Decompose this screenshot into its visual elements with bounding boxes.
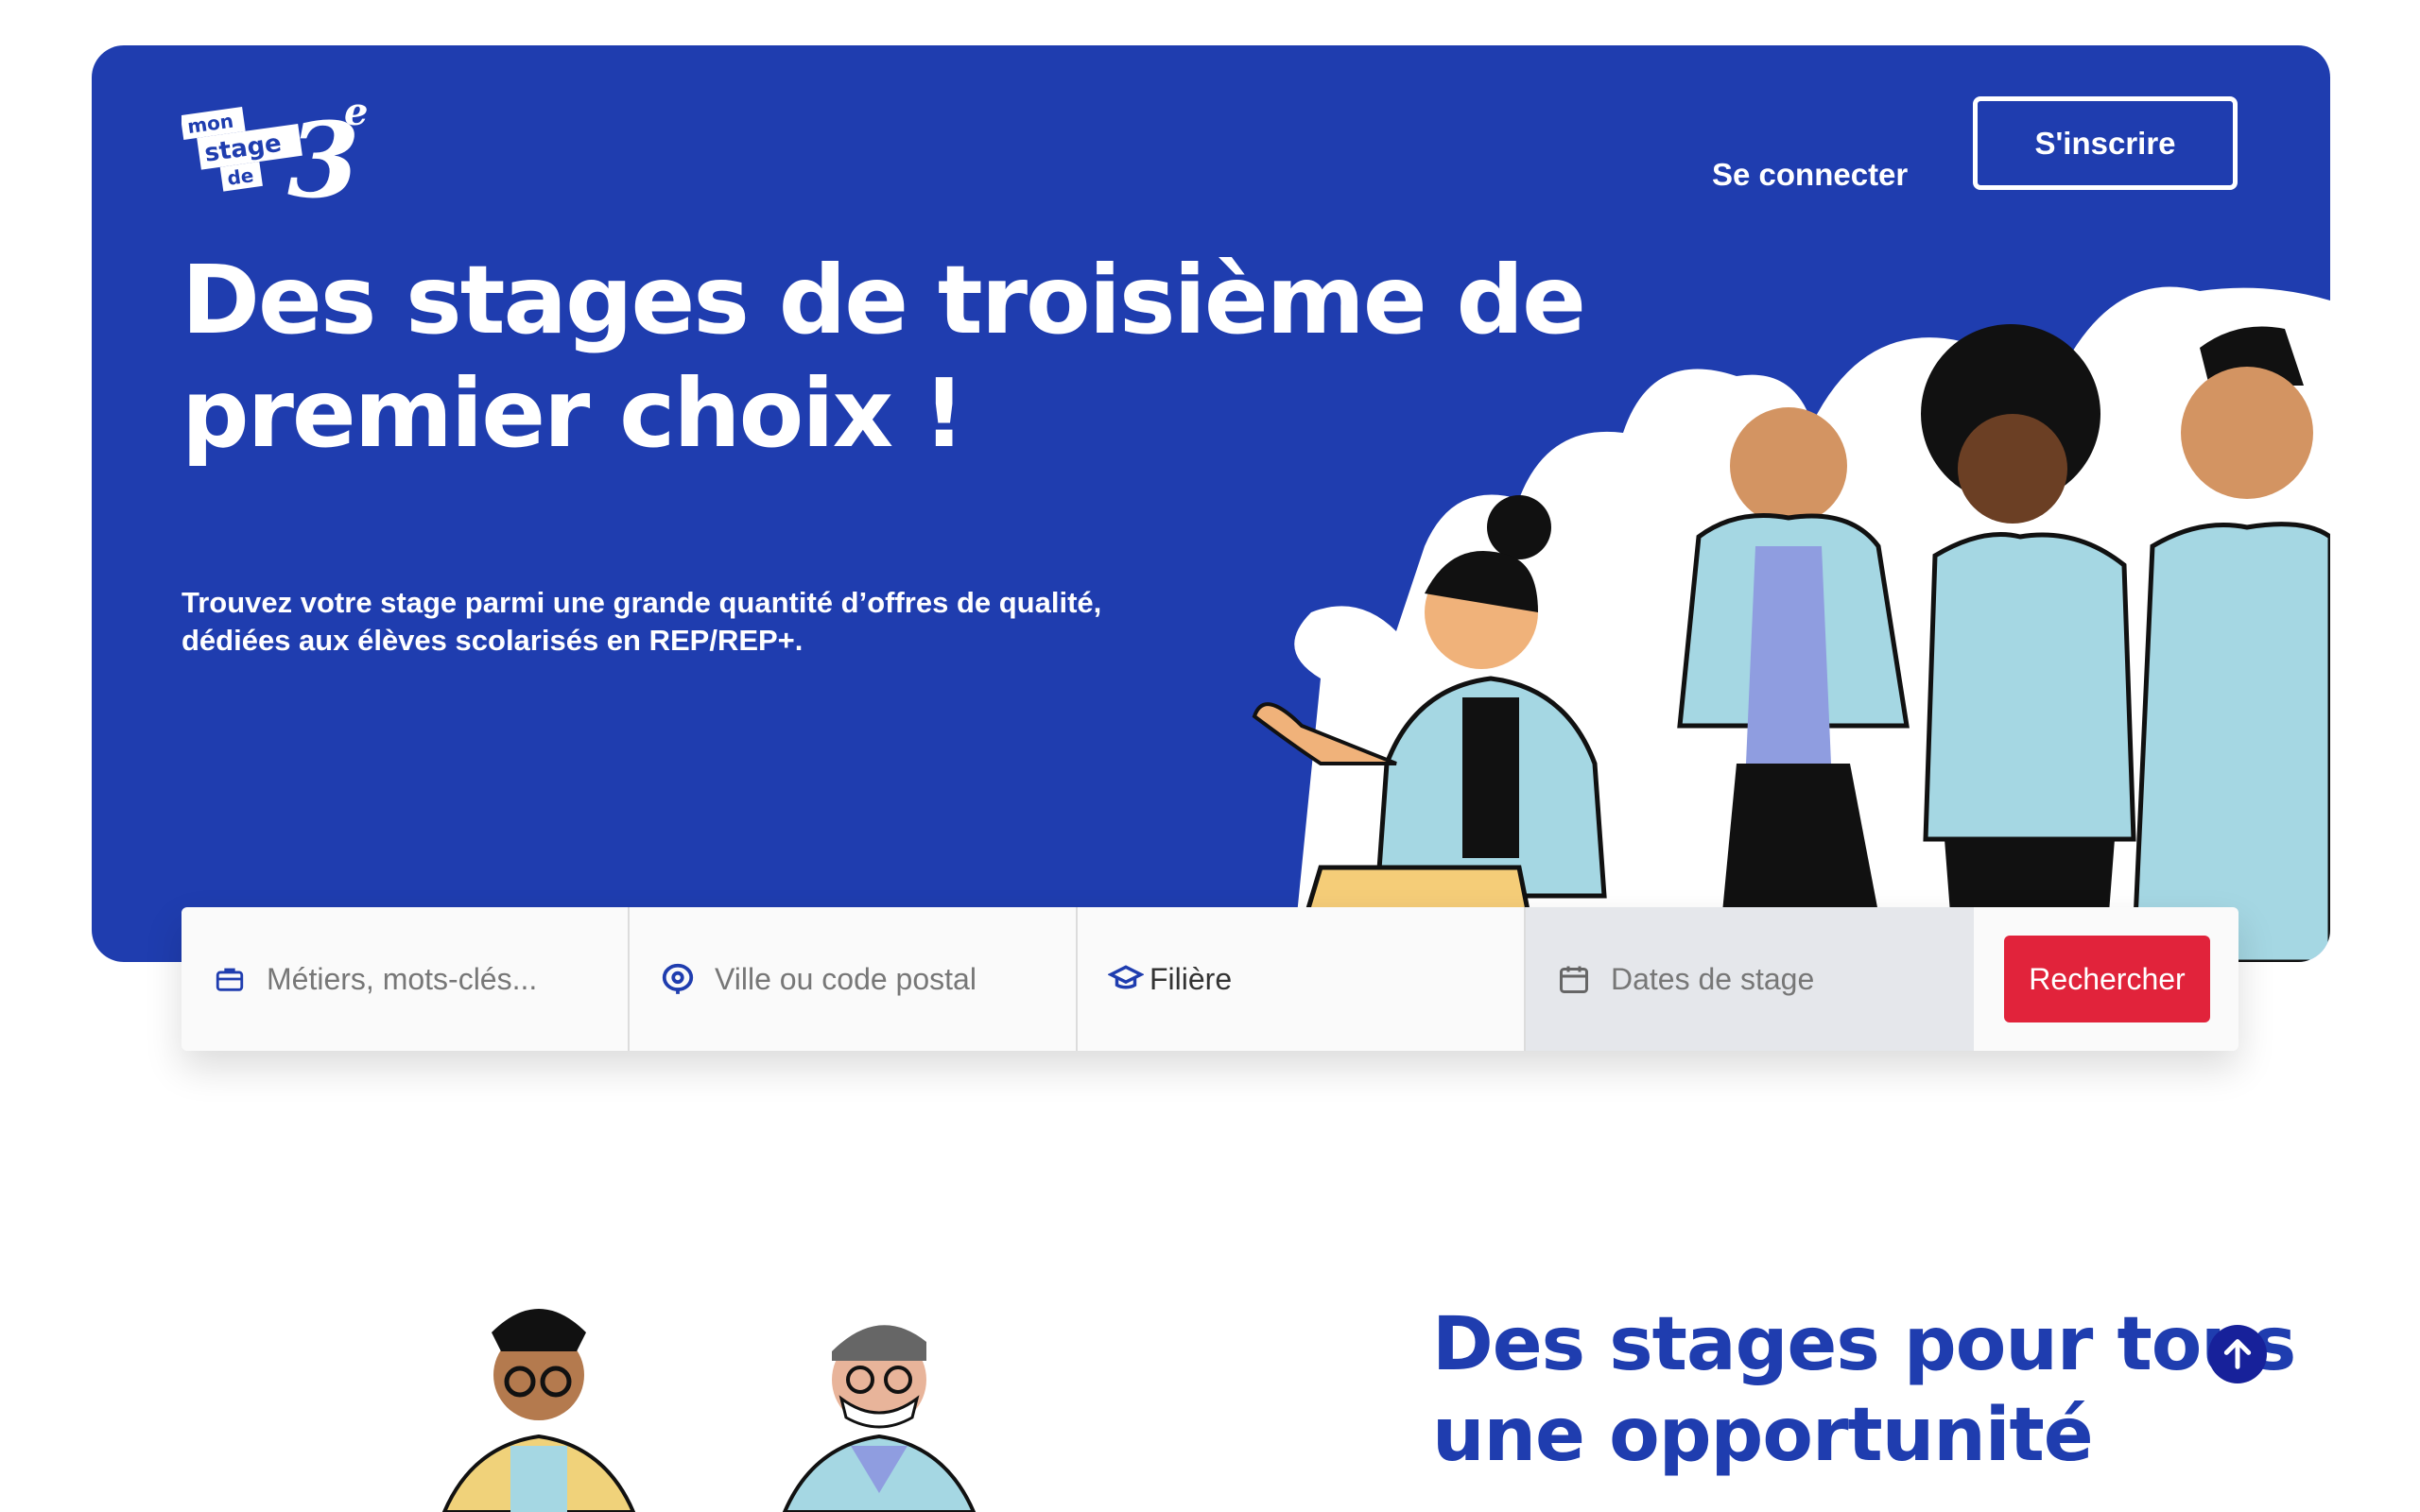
calendar-icon <box>1556 961 1592 997</box>
briefcase-icon <box>212 961 248 997</box>
dates-placeholder: Dates de stage <box>1611 961 1815 996</box>
section-title-line2: une opportunité <box>1432 1393 2094 1478</box>
signup-button[interactable]: S'inscrire <box>1973 96 2238 190</box>
track-select[interactable]: Filière <box>1078 907 1526 1051</box>
location-pin-icon <box>660 961 696 997</box>
site-logo[interactable]: mon stage de 3 e <box>182 91 389 204</box>
keywords-field[interactable]: Métiers, mots-clés... <box>182 907 630 1051</box>
track-label: Filière <box>1150 961 1233 996</box>
svg-text:e: e <box>344 91 368 134</box>
search-button[interactable]: Rechercher <box>2004 936 2210 1022</box>
search-bar: Métiers, mots-clés... Ville ou code post… <box>182 907 2238 1051</box>
login-link[interactable]: Se connecter <box>1712 157 1908 193</box>
dates-field[interactable]: Dates de stage <box>1526 907 1974 1051</box>
city-placeholder: Ville ou code postal <box>715 961 977 996</box>
hero-subtitle: Trouvez votre stage parmi une grande qua… <box>182 584 1221 660</box>
city-field[interactable]: Ville ou code postal <box>630 907 1078 1051</box>
scroll-to-top-button[interactable] <box>2208 1325 2267 1383</box>
svg-text:de: de <box>226 163 255 190</box>
keywords-placeholder: Métiers, mots-clés... <box>267 961 538 996</box>
hero-banner: mon stage de 3 e Se connecter S'inscrire… <box>92 45 2330 962</box>
hero-subtitle-line1: Trouvez votre stage parmi une grande qua… <box>182 586 1102 619</box>
graduation-cap-icon <box>1108 961 1144 997</box>
students-illustration <box>1252 286 2330 962</box>
arrow-up-icon <box>2223 1339 2252 1369</box>
doctors-illustration <box>441 1309 977 1512</box>
section-title-line1: Des stages pour tous <box>1432 1302 2296 1387</box>
hero-subtitle-line2: dédiées aux élèves scolarisés en REP/REP… <box>182 624 804 657</box>
